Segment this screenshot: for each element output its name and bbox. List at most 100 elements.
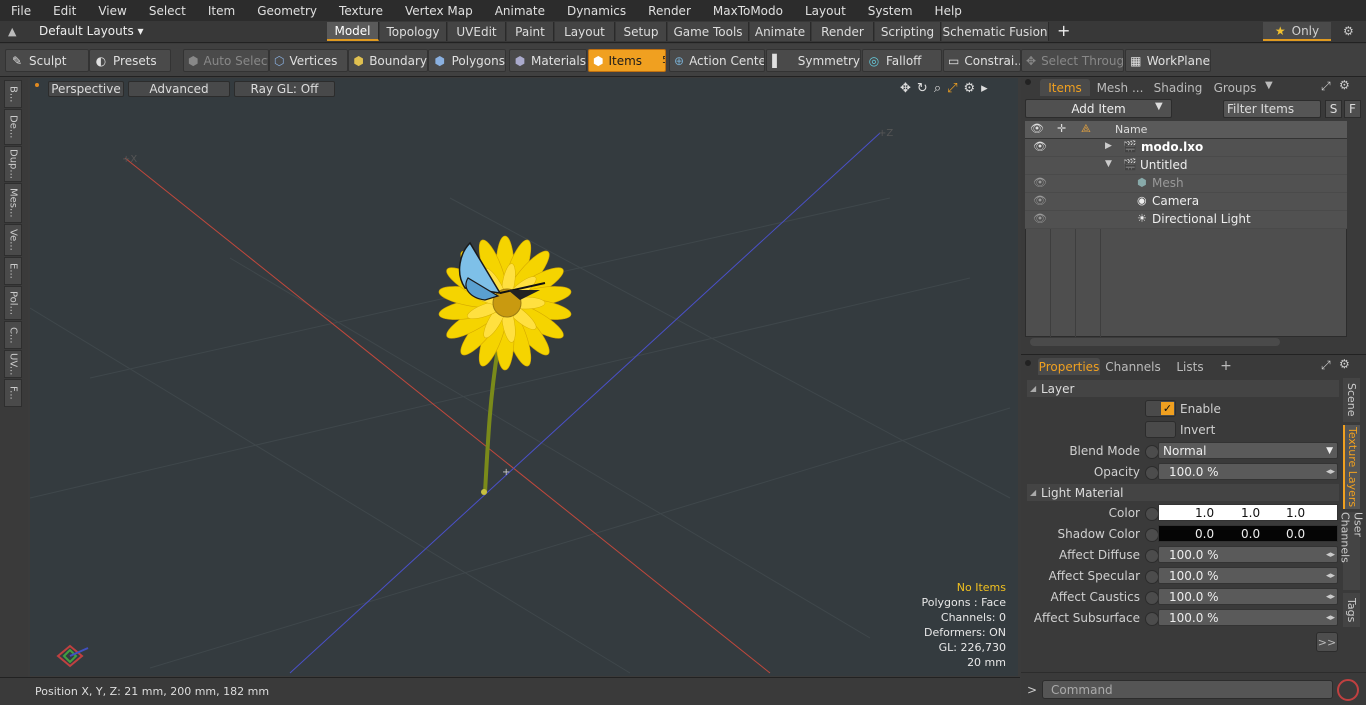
tool-tab-fusion[interactable]: F... xyxy=(4,379,22,407)
invert-checkbox[interactable] xyxy=(1145,421,1176,438)
menu-texture[interactable]: Texture xyxy=(328,4,394,18)
vertices-button[interactable]: ⬡Vertices1 xyxy=(269,49,348,72)
props-expand-icon[interactable]: ⤢ xyxy=(1321,358,1331,373)
add-item-dropdown-icon[interactable]: ▼ xyxy=(1155,101,1163,112)
menu-select[interactable]: Select xyxy=(138,4,197,18)
only-toggle[interactable]: ★ Only xyxy=(1263,22,1331,41)
menu-render[interactable]: Render xyxy=(637,4,702,18)
play-arrow-icon[interactable]: ▸ xyxy=(981,81,988,96)
shadow-color-swatch-field[interactable]: 0.0 0.0 0.0 xyxy=(1158,525,1338,542)
tab-lists[interactable]: Lists xyxy=(1166,358,1214,375)
tab-model[interactable]: Model xyxy=(327,22,379,41)
items-button[interactable]: ⬢Items5 xyxy=(588,49,666,72)
affect-subsurface-field[interactable]: 100.0 % ◂▸ xyxy=(1158,609,1338,626)
tree-item-mesh[interactable]: 👁 ⬢ Mesh xyxy=(1025,175,1347,193)
shadow-g-value[interactable]: 0.0 xyxy=(1241,527,1260,541)
menu-system[interactable]: System xyxy=(857,4,924,18)
filter-f-button[interactable]: F xyxy=(1344,100,1361,118)
tool-tab-basic[interactable]: B... xyxy=(4,80,22,108)
affect-subsurface-anim-dot[interactable] xyxy=(1145,612,1159,626)
tree-item-directional-light[interactable]: 👁 ☀ Directional Light xyxy=(1025,211,1347,229)
name-column-header[interactable]: Name xyxy=(1115,123,1147,136)
tab-setup[interactable]: Setup xyxy=(616,22,667,41)
affect-specular-anim-dot[interactable] xyxy=(1145,570,1159,584)
settings-gear-icon[interactable]: ⚙ xyxy=(1343,24,1354,38)
affect-caustics-field[interactable]: 100.0 % ◂▸ xyxy=(1158,588,1338,605)
type-column-icon[interactable]: ⟁ xyxy=(1081,122,1091,136)
materials-button[interactable]: ⬢ Materials xyxy=(509,49,587,72)
tab-uvedit[interactable]: UVEdit xyxy=(448,22,506,41)
tool-tab-vertex[interactable]: Ve... xyxy=(4,224,22,256)
affect-specular-field[interactable]: 100.0 % ◂▸ xyxy=(1158,567,1338,584)
polygons-button[interactable]: ⬢ Polygons xyxy=(428,49,506,72)
tab-groups[interactable]: Groups xyxy=(1210,79,1260,96)
side-tab-scene[interactable]: Scene xyxy=(1343,378,1360,422)
falloff-button[interactable]: ◎ Falloff xyxy=(862,49,942,72)
move-view-icon[interactable]: ✥ xyxy=(900,81,911,96)
add-tab-button[interactable]: + xyxy=(1057,21,1070,40)
eye-icon[interactable]: 👁 xyxy=(1033,176,1047,189)
add-props-tab-button[interactable]: + xyxy=(1218,357,1234,374)
tree-item-untitled[interactable]: ▼ 🎬 Untitled xyxy=(1025,157,1347,175)
items-horizontal-scrollbar[interactable] xyxy=(1030,338,1280,346)
light-material-section-header[interactable]: ◢ Light Material xyxy=(1027,484,1339,501)
tool-tab-polygon[interactable]: Pol... xyxy=(4,286,22,320)
presets-button[interactable]: ◐ Presets xyxy=(89,49,171,72)
color-g-value[interactable]: 1.0 xyxy=(1241,506,1260,520)
menu-edit[interactable]: Edit xyxy=(42,4,87,18)
tab-scripting[interactable]: Scripting xyxy=(875,22,941,41)
symmetry-button[interactable]: ▌ Symmetry xyxy=(766,49,861,72)
affect-diffuse-anim-dot[interactable] xyxy=(1145,549,1159,563)
advanced-dropdown[interactable]: Advanced xyxy=(128,81,230,97)
tab-render[interactable]: Render xyxy=(812,22,874,41)
default-layouts-dropdown[interactable]: Default Layouts ▾ xyxy=(39,24,144,38)
tree-item-camera[interactable]: 👁 ◉ Camera xyxy=(1025,193,1347,211)
tab-game-tools[interactable]: Game Tools xyxy=(668,22,749,41)
rotate-view-icon[interactable]: ↻ xyxy=(917,81,928,96)
panel-gear-icon[interactable]: ⚙ xyxy=(1339,78,1350,92)
maximize-view-icon[interactable]: ⤢ xyxy=(947,81,957,96)
workplane-button[interactable]: ▦ WorkPlane xyxy=(1125,49,1211,72)
command-input[interactable]: Command xyxy=(1042,680,1333,699)
side-tab-user-channels[interactable]: User Channels xyxy=(1339,512,1365,590)
menu-file[interactable]: File xyxy=(0,4,42,18)
color-r-value[interactable]: 1.0 xyxy=(1195,506,1214,520)
menu-item[interactable]: Item xyxy=(197,4,246,18)
collapse-arrow-icon[interactable]: ▼ xyxy=(1105,159,1112,169)
opacity-field[interactable]: 100.0 % ◂▸ xyxy=(1158,463,1338,480)
menu-help[interactable]: Help xyxy=(924,4,973,18)
tab-animate[interactable]: Animate xyxy=(750,22,811,41)
boundary-button[interactable]: ⬢ Boundary xyxy=(348,49,428,72)
filter-s-button[interactable]: S xyxy=(1325,100,1342,118)
more-button[interactable]: >> xyxy=(1316,632,1338,652)
perspective-dropdown[interactable]: Perspective xyxy=(48,81,124,97)
tab-topology[interactable]: Topology xyxy=(380,22,447,41)
tabs-overflow-icon[interactable]: ▼ xyxy=(1265,80,1273,91)
blend-mode-anim-dot[interactable] xyxy=(1145,445,1159,459)
menu-animate[interactable]: Animate xyxy=(484,4,556,18)
action-center-button[interactable]: ⊕ Action Center xyxy=(669,49,765,72)
menu-vertex-map[interactable]: Vertex Map xyxy=(394,4,484,18)
enable-checkbox[interactable]: ✓ xyxy=(1145,400,1176,417)
color-swatch-field[interactable]: 1.0 1.0 1.0 xyxy=(1158,504,1338,521)
slider-arrows-icon[interactable]: ◂▸ xyxy=(1326,592,1335,602)
viewport-menu-dot[interactable] xyxy=(35,83,39,87)
menu-geometry[interactable]: Geometry xyxy=(246,4,328,18)
sculpt-button[interactable]: ✎ Sculpt xyxy=(5,49,89,72)
record-button[interactable] xyxy=(1337,679,1359,701)
collapse-up-icon[interactable]: ▲ xyxy=(8,25,16,38)
expand-arrow-icon[interactable]: ▶ xyxy=(1105,141,1112,151)
constraints-button[interactable]: ▭ Constrai... xyxy=(943,49,1021,72)
eye-icon[interactable]: 👁 xyxy=(1033,194,1047,207)
visibility-column-icon[interactable]: 👁 xyxy=(1030,122,1044,135)
side-tab-tags[interactable]: Tags xyxy=(1343,593,1360,627)
side-tab-texture-layers[interactable]: Texture Layers xyxy=(1343,425,1360,509)
tab-channels[interactable]: Channels xyxy=(1104,358,1162,375)
shadow-color-anim-dot[interactable] xyxy=(1145,528,1159,542)
slider-arrows-icon[interactable]: ◂▸ xyxy=(1326,467,1335,477)
props-gear-icon[interactable]: ⚙ xyxy=(1339,357,1350,371)
affect-diffuse-field[interactable]: 100.0 % ◂▸ xyxy=(1158,546,1338,563)
items-panel-menu-dot[interactable] xyxy=(1025,79,1031,85)
menu-maxtomodo[interactable]: MaxToModo xyxy=(702,4,794,18)
tab-items[interactable]: Items xyxy=(1040,79,1090,96)
